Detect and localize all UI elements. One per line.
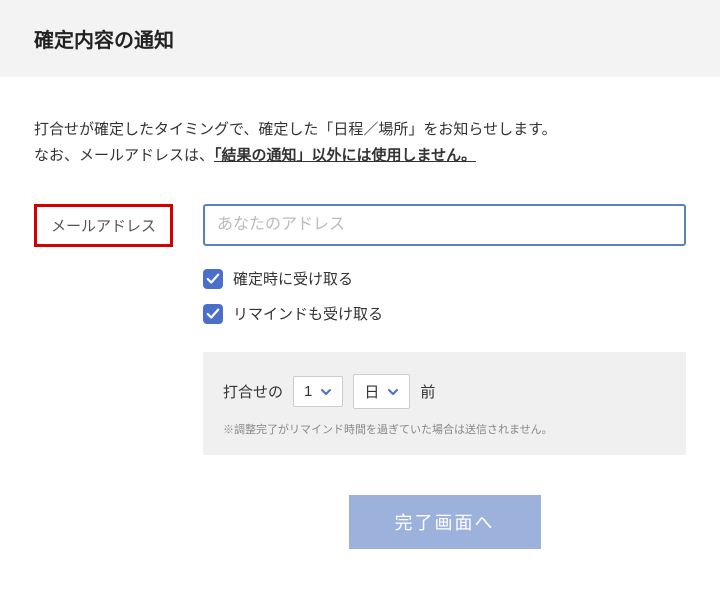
chevron-down-icon (320, 386, 332, 398)
chevron-down-icon (387, 386, 399, 398)
description-line2-prefix: なお、メールアドレスは、 (34, 147, 214, 164)
remind-suffix: 前 (420, 381, 435, 402)
check-icon (206, 272, 220, 286)
checkbox-confirm-row: 確定時に受け取る (203, 268, 686, 289)
submit-row: 完了画面へ (203, 495, 686, 549)
remind-unit-value: 日 (364, 381, 379, 402)
email-form-row: メールアドレス 確定時に受け取る リマインドも受け取る 打合せの 1 (34, 204, 686, 549)
checkbox-remind-row: リマインドも受け取る (203, 303, 686, 324)
remind-controls: 打合せの 1 日 前 (223, 374, 666, 409)
remind-prefix: 打合せの (223, 381, 283, 402)
checkbox-confirm-label: 確定時に受け取る (233, 268, 353, 289)
checkbox-remind[interactable] (203, 304, 223, 324)
remind-number-select[interactable]: 1 (293, 376, 343, 407)
check-icon (206, 307, 220, 321)
email-input[interactable] (203, 204, 686, 246)
checkbox-remind-label: リマインドも受け取る (233, 303, 383, 324)
page-header: 確定内容の通知 (0, 0, 720, 77)
form-body: 確定時に受け取る リマインドも受け取る 打合せの 1 日 (203, 204, 686, 549)
remind-settings-box: 打合せの 1 日 前 ※調整完了がリマインド時間を過ぎていた場合は送信されません… (203, 352, 686, 455)
checkbox-confirm[interactable] (203, 269, 223, 289)
page-title: 確定内容の通知 (34, 24, 686, 53)
remind-unit-select[interactable]: 日 (353, 374, 410, 409)
submit-button[interactable]: 完了画面へ (349, 495, 541, 549)
remind-number-value: 1 (304, 383, 312, 400)
email-label: メールアドレス (34, 204, 173, 247)
remind-note: ※調整完了がリマインド時間を過ぎていた場合は送信されません。 (223, 421, 666, 437)
content-area: 打合せが確定したタイミングで、確定した「日程／場所」をお知らせします。 なお、メ… (0, 77, 720, 579)
description-line1: 打合せが確定したタイミングで、確定した「日程／場所」をお知らせします。 (34, 121, 557, 138)
description-line2-underline: 「結果の通知」以外には使用しません。 (214, 147, 476, 164)
description-text: 打合せが確定したタイミングで、確定した「日程／場所」をお知らせします。 なお、メ… (34, 117, 686, 168)
